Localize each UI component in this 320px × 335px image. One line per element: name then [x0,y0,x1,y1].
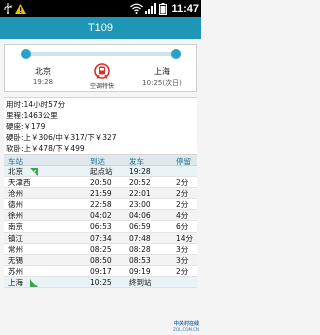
origin-time: 19:28 [32,78,54,86]
train-icon [94,63,110,79]
table-row[interactable]: 常州 08:25 08:28 3分 [4,243,197,255]
station-name: 天津西 [8,178,31,188]
status-right-icons: 11:47 [130,1,199,16]
schedule-table: 车站 到达 发车 停留 北京 起点站 19:28 天津西 20:50 20:52… [4,155,197,289]
route-line [26,52,177,56]
hard-seat-price: 硬座:￥179 [6,122,46,131]
table-row[interactable]: 苏州 09:17 09:19 2分 [4,265,197,277]
stop-duration: 14分 [176,233,194,243]
table-row[interactable]: 徐州 04:02 04:06 4分 [4,210,197,222]
watermark-sub: ZOL.COM.CN [173,327,199,332]
battery-icon [159,2,168,15]
stop-duration: 2分 [176,266,189,276]
station-name: 苏州 [8,266,23,276]
hard-sleeper-price: 硬卧:上￥306/中￥317/下￥327 [6,133,117,142]
route-card: 北京 19:28 空调特快 上海 10:25(次日) [4,44,197,92]
depart-time: 19:28 [129,167,151,176]
table-row[interactable]: 无锡 08:50 08:53 3分 [4,254,197,266]
arrive-time: 08:50 [90,255,112,265]
table-row[interactable]: 沧州 21:59 22:01 2分 [4,188,197,200]
table-row[interactable]: 天津西 20:50 20:52 2分 [4,177,197,189]
station-name: 镇江 [8,233,23,243]
station-name: 徐州 [8,211,23,221]
depart-time: 09:19 [129,266,151,276]
depart-time: 08:53 [129,255,151,265]
arrive-time: 10:25 [90,277,112,287]
arrive-time: 20:50 [90,178,112,188]
stop-duration: 3分 [176,244,189,254]
wifi-icon [130,3,144,14]
arrive-time: 08:25 [90,244,112,254]
stop-duration: 2分 [176,200,189,210]
stop-duration: 6分 [176,222,189,232]
depart-time: 08:28 [129,244,151,254]
depart-time: 23:00 [129,200,151,210]
title-bar: T109 [0,17,201,39]
table-row[interactable]: 德州 22:58 23:00 2分 [4,199,197,211]
destination-time: 10:25(次日) [142,79,182,87]
depart-time: 22:01 [129,189,151,199]
watermark: 中关村在线 ZOL.COM.CN [165,320,199,334]
signal-icon [145,3,157,14]
status-time: 11:47 [171,2,199,15]
station-name: 北京 [8,167,23,176]
terminal-flag-icon [30,278,38,287]
arrive-time: 起点站 [90,167,113,176]
origin-station: 北京 [35,67,51,76]
origin-flag-icon [30,168,38,176]
table-header: 车站 到达 发车 停留 [4,155,197,166]
watermark-title: 中关村在线 [173,321,199,327]
arrive-time: 09:17 [90,266,112,276]
train-type: 空调特快 [89,83,114,90]
station-name: 沧州 [8,189,23,199]
arrive-time: 22:58 [90,200,112,210]
station-name: 南京 [8,222,23,232]
warning-icon [15,3,26,14]
soft-sleeper-price: 软卧:上￥478/下￥499 [6,144,85,153]
station-name: 上海 [8,277,23,287]
stop-duration: 4分 [176,211,189,221]
depart-time: 06:59 [129,222,151,232]
stop-duration: 3分 [176,255,189,265]
distance-text: 里程:1463公里 [6,111,58,120]
depart-time: 04:06 [129,211,151,221]
stop-duration: 2分 [176,189,189,199]
table-row[interactable]: 北京 起点站 19:28 [4,166,197,178]
table-row[interactable]: 南京 06:53 06:59 6分 [4,221,197,233]
table-row[interactable]: 上海 10:25 终到站 [4,276,197,289]
usb-icon [4,3,12,14]
arrive-time: 07:34 [90,233,112,243]
status-bar: 11:47 [0,0,201,17]
station-name: 无锡 [8,255,23,265]
duration-text: 用时:14小时57分 [6,100,66,109]
destination-station: 上海 [154,67,170,76]
stop-duration: 2分 [176,178,189,188]
depart-time: 终到站 [129,277,152,287]
origin-dot [21,49,31,59]
arrive-time: 04:02 [90,211,112,221]
station-name: 常州 [8,244,23,254]
train-info: 用时:14小时57分 里程:1463公里 硬座:￥179 硬卧:上￥306/中￥… [4,97,197,155]
table-row[interactable]: 镇江 07:34 07:48 14分 [4,232,197,244]
destination-dot [171,49,181,59]
page-title: T109 [87,22,114,34]
depart-time: 07:48 [129,233,151,243]
station-name: 德州 [8,200,23,210]
arrive-time: 06:53 [90,222,112,232]
status-left-icons [3,2,26,15]
arrive-time: 21:59 [90,189,112,199]
depart-time: 20:52 [129,178,151,188]
